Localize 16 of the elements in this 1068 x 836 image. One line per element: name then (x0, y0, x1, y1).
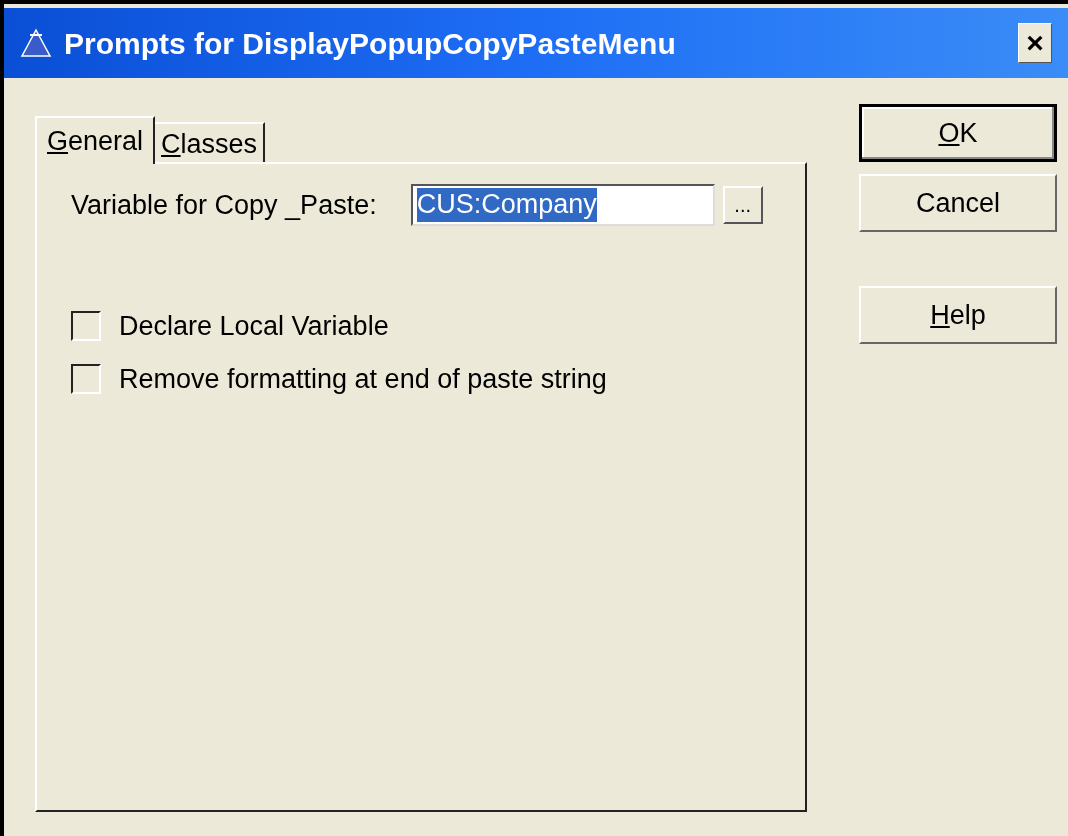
window-title: Prompts for DisplayPopupCopyPasteMenu (64, 25, 677, 62)
tab[interactable]: General (35, 116, 156, 164)
dialog-button[interactable]: Help (859, 286, 1057, 344)
close-button[interactable]: × (1018, 23, 1052, 63)
variable-field[interactable]: CUS:Company (410, 184, 715, 226)
checkbox-label: Declare Local Variable (119, 310, 389, 343)
dialog-button[interactable]: OK (859, 104, 1057, 162)
checkbox-label: Remove formatting at end of paste string (119, 362, 607, 396)
checkbox[interactable] (71, 363, 101, 394)
field-value: CUS:Company (416, 188, 597, 222)
tab[interactable]: Classes (155, 122, 266, 162)
app-icon (20, 27, 52, 59)
field-label: Variable for Copy _Paste: (71, 188, 377, 222)
browse-button[interactable]: ... (722, 186, 763, 224)
dialog-button[interactable]: Cancel (859, 174, 1057, 232)
checkbox[interactable] (71, 311, 101, 342)
